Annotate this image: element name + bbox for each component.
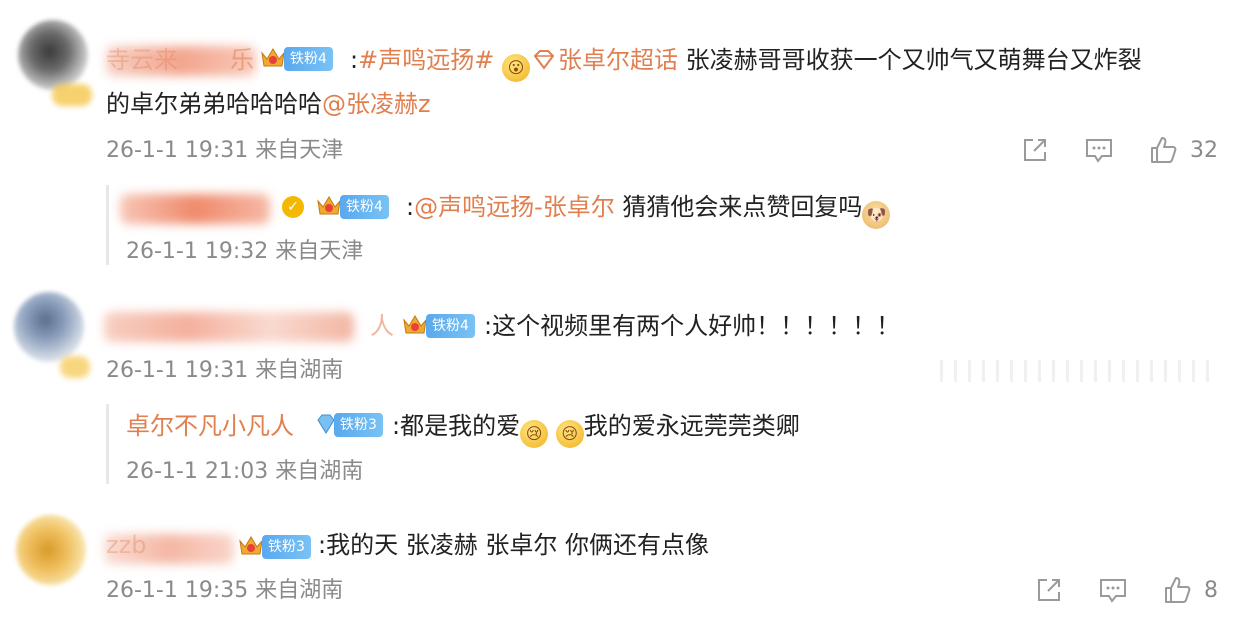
comment-meta: 26-1-1 19:31 来自湖南 bbox=[106, 358, 344, 383]
mention-link[interactable]: @张凌赫z bbox=[322, 90, 431, 118]
fan-badge[interactable]: 铁粉3 bbox=[238, 533, 311, 559]
comment-text: :这个视频里有两个人好帅！！！！！！ bbox=[484, 312, 901, 340]
reply-divider bbox=[106, 404, 109, 484]
avatar[interactable] bbox=[14, 292, 84, 362]
reply-text: 我的爱永远莞莞类卿 bbox=[583, 412, 800, 440]
like-count: 32 bbox=[1190, 138, 1218, 163]
badge-label: 铁粉4 bbox=[340, 195, 389, 219]
comment-meta: 26-1-1 19:35 来自湖南 bbox=[106, 578, 344, 603]
crown-icon bbox=[403, 315, 427, 334]
topic-link[interactable]: #声鸣远扬# bbox=[358, 46, 494, 74]
comment-icon[interactable] bbox=[1098, 575, 1128, 605]
avatar[interactable] bbox=[16, 515, 86, 585]
reply-meta: 26-1-1 19:32 来自天津 bbox=[126, 239, 364, 264]
like-icon[interactable] bbox=[1148, 135, 1178, 165]
share-icon[interactable] bbox=[1020, 135, 1050, 165]
reply-meta: 26-1-1 21:03 来自湖南 bbox=[126, 459, 364, 484]
reply-username[interactable]: 卓尔不凡小凡人 bbox=[126, 411, 294, 441]
badge-label: 铁粉3 bbox=[262, 535, 311, 559]
username-blurred[interactable] bbox=[104, 312, 354, 342]
avatar-badge bbox=[60, 356, 90, 378]
comment-text: :我的天 张凌赫 张卓尔 你俩还有点像 bbox=[318, 531, 709, 559]
fan-badge[interactable]: 铁粉4 bbox=[402, 312, 475, 338]
colon: : bbox=[406, 193, 415, 221]
mention-link[interactable]: @声鸣远扬-张卓尔 bbox=[414, 193, 615, 221]
username-tail: 乐 bbox=[230, 46, 254, 74]
doge-emoji-icon: 🐶 bbox=[862, 201, 891, 229]
share-icon[interactable] bbox=[1034, 575, 1064, 605]
tearful-emoji-icon: 😢 bbox=[555, 420, 584, 448]
comment-body-line1: :#声鸣远扬# 😮 张卓尔超话 张凌赫哥哥收获一个又帅气又萌舞台又炸裂 bbox=[350, 45, 1142, 82]
colon: : bbox=[350, 46, 359, 74]
reply-divider bbox=[106, 185, 109, 265]
shock-emoji-icon: 😮 bbox=[501, 54, 530, 82]
reply-body: :@声鸣远扬-张卓尔 猜猜他会来点赞回复吗 🐶 bbox=[406, 192, 891, 229]
reply-text: :都是我的爱 bbox=[392, 412, 521, 440]
avatar[interactable] bbox=[18, 20, 88, 90]
fan-badge[interactable]: 铁粉4 bbox=[260, 45, 333, 71]
username[interactable]: 寺云来 bbox=[106, 45, 178, 75]
diamond-icon bbox=[317, 414, 335, 434]
badge-label: 铁粉4 bbox=[284, 47, 333, 71]
reply-username-blurred[interactable] bbox=[120, 194, 270, 224]
badge-label: 铁粉4 bbox=[426, 314, 475, 338]
comment-text: 的卓尔弟弟哈哈哈哈 bbox=[106, 90, 322, 118]
comment-meta: 26-1-1 19:31 来自天津 bbox=[106, 138, 344, 163]
reply-text: 猜猜他会来点赞回复吗 bbox=[622, 193, 863, 221]
like-icon[interactable] bbox=[1162, 575, 1192, 605]
comment-icon[interactable] bbox=[1084, 135, 1114, 165]
badge-label: 铁粉3 bbox=[334, 413, 383, 437]
tearful-emoji-icon: 😢 bbox=[520, 420, 549, 448]
avatar-badge bbox=[52, 84, 92, 106]
crown-icon bbox=[261, 48, 285, 67]
username-tail: 人 bbox=[370, 312, 394, 340]
crown-icon bbox=[317, 196, 341, 215]
faded-action-row bbox=[940, 360, 1210, 382]
username[interactable]: zzb bbox=[106, 530, 146, 560]
like-count: 8 bbox=[1204, 578, 1218, 603]
verified-icon: ✓ bbox=[282, 196, 304, 218]
comment-body-line2: 的卓尔弟弟哈哈哈哈@张凌赫z bbox=[106, 89, 431, 119]
crown-icon bbox=[239, 536, 263, 555]
diamond-icon bbox=[533, 50, 555, 70]
supertopic-link[interactable]: 张卓尔超话 bbox=[558, 46, 678, 74]
comment-text: 张凌赫哥哥收获一个又帅气又萌舞台又炸裂 bbox=[685, 46, 1142, 74]
fan-badge[interactable]: 铁粉4 bbox=[316, 193, 389, 219]
fan-badge[interactable]: 铁粉3 bbox=[316, 413, 383, 437]
reply-body: :都是我的爱 😢 😢 我的爱永远莞莞类卿 bbox=[392, 411, 800, 448]
